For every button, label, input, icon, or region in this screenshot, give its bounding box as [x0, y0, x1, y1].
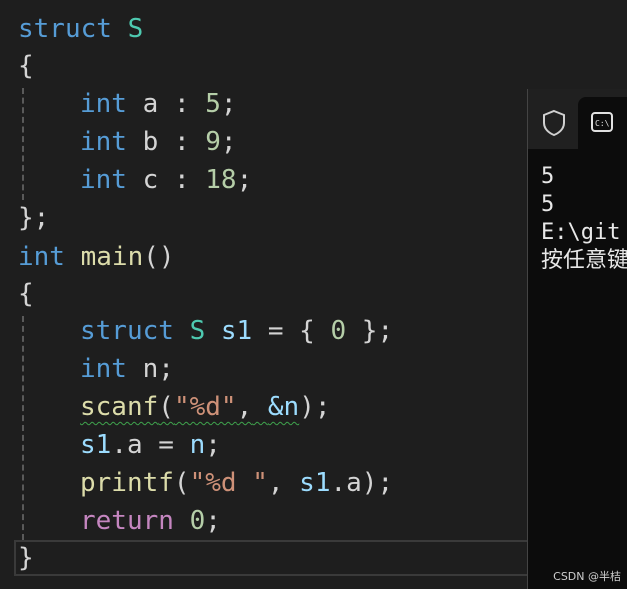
- function-main: main: [80, 242, 144, 272]
- indent-guide: [22, 316, 24, 540]
- member-a: a: [346, 468, 362, 498]
- console-output-line: 5: [541, 192, 555, 217]
- member-a: a: [126, 430, 143, 460]
- code-line-3[interactable]: int a : 5;: [80, 85, 237, 123]
- close-brace: }: [18, 543, 34, 573]
- keyword-return: return: [80, 506, 174, 536]
- keyword-int: int: [80, 127, 127, 157]
- code-line-5[interactable]: int c : 18;: [80, 161, 252, 199]
- bitfield-colon: :: [173, 127, 190, 157]
- open-paren: (: [158, 392, 174, 422]
- variable-n: n: [142, 354, 159, 384]
- open-brace: {: [18, 51, 34, 81]
- assign-operator: =: [158, 430, 174, 460]
- bitfield-width: 18: [205, 165, 237, 195]
- init-open-brace: {: [299, 316, 315, 346]
- member-dot: .: [330, 468, 347, 498]
- semicolon: ;: [158, 354, 174, 384]
- address-of-n: &n: [267, 392, 300, 422]
- code-line-9[interactable]: struct S s1 = { 0 };: [80, 312, 393, 350]
- current-line-highlight: [14, 540, 534, 576]
- struct-name: S: [127, 14, 144, 44]
- keyword-int: int: [80, 165, 127, 195]
- semicolon: ;: [205, 430, 221, 460]
- format-string: "%d": [173, 392, 237, 422]
- close-paren-semicolon: );: [361, 468, 394, 498]
- parens: (): [143, 242, 175, 272]
- field-name: a: [142, 89, 159, 119]
- keyword-struct: struct: [80, 316, 174, 346]
- console-output-line: E:\git: [541, 220, 621, 245]
- console-tab-active[interactable]: C:\: [578, 97, 627, 149]
- keyword-int: int: [80, 354, 127, 384]
- code-line-12[interactable]: s1.a = n;: [80, 426, 221, 464]
- field-name: c: [142, 165, 159, 195]
- code-line-13[interactable]: printf("%d ", s1.a);: [80, 464, 393, 502]
- init-zero: 0: [330, 316, 347, 346]
- semicolon: ;: [205, 506, 221, 536]
- variable-s1: s1: [80, 430, 112, 460]
- semicolon: ;: [220, 89, 237, 119]
- format-string: "%d ": [189, 468, 268, 498]
- console-tab-bar: C:\: [528, 89, 627, 149]
- open-brace: {: [18, 279, 34, 309]
- variable-n: n: [189, 430, 206, 460]
- console-output-line: 5: [541, 164, 555, 189]
- struct-name: S: [189, 316, 206, 346]
- indent-guide: [22, 88, 24, 200]
- bitfield-colon: :: [173, 89, 190, 119]
- cmd-icon: C:\: [591, 111, 613, 133]
- code-line-1[interactable]: struct S: [18, 10, 143, 48]
- keyword-int: int: [18, 242, 65, 272]
- console-output-line: 按任意键: [541, 248, 627, 273]
- bitfield-colon: :: [173, 165, 190, 195]
- keyword-int: int: [80, 89, 127, 119]
- semicolon: ;: [236, 165, 253, 195]
- close-brace-semicolon: };: [18, 203, 50, 233]
- code-line-4[interactable]: int b : 9;: [80, 123, 237, 161]
- code-line-15[interactable]: }: [18, 539, 34, 577]
- code-line-10[interactable]: int n;: [80, 350, 174, 388]
- code-line-2[interactable]: {: [18, 47, 34, 85]
- variable-s1: s1: [299, 468, 331, 498]
- watermark: CSDN @半桔: [553, 570, 621, 583]
- open-paren: (: [173, 468, 190, 498]
- function-scanf: scanf: [80, 392, 159, 422]
- keyword-struct: struct: [18, 14, 112, 44]
- shield-icon[interactable]: [536, 105, 572, 141]
- function-printf: printf: [80, 468, 174, 498]
- console-window[interactable]: C:\ 5 5 E:\git 按任意键: [527, 89, 627, 589]
- assign-operator: =: [267, 316, 284, 346]
- comma: ,: [267, 468, 284, 498]
- close-paren-semicolon: );: [299, 392, 331, 422]
- init-close: };: [361, 316, 394, 346]
- code-line-6[interactable]: };: [18, 199, 49, 237]
- svg-text:C:\: C:\: [595, 119, 610, 128]
- bitfield-width: 9: [205, 127, 221, 157]
- code-line-8[interactable]: {: [18, 275, 34, 313]
- code-line-11[interactable]: scanf("%d", &n);: [80, 388, 331, 426]
- member-dot: .: [111, 430, 127, 460]
- comma: ,: [236, 392, 253, 422]
- bitfield-width: 5: [205, 89, 221, 119]
- semicolon: ;: [220, 127, 237, 157]
- variable-s1: s1: [220, 316, 253, 346]
- return-zero: 0: [189, 506, 206, 536]
- field-name: b: [142, 127, 159, 157]
- code-line-7[interactable]: int main(): [18, 238, 175, 276]
- code-line-14[interactable]: return 0;: [80, 502, 221, 540]
